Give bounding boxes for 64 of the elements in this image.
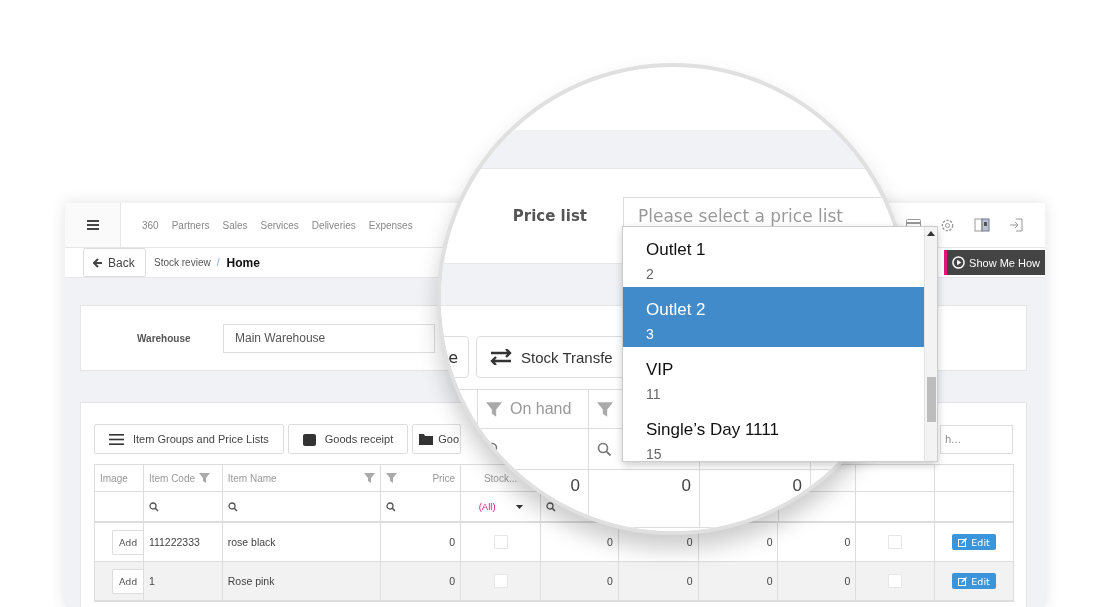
table-cell: 0 [589, 470, 700, 527]
edit-icon [958, 537, 968, 547]
show-me-how-button[interactable]: Show Me How [944, 250, 1045, 275]
caret-icon [515, 504, 523, 509]
transfer-icon [489, 349, 513, 365]
book-icon[interactable] [974, 217, 990, 233]
column-header: Item Name [227, 472, 277, 484]
nav-link[interactable]: Sales [222, 219, 248, 231]
table-cell: 0 [698, 562, 779, 600]
column-header: Item Code [148, 472, 196, 484]
table-cell: 0 [381, 562, 462, 600]
settings-icon[interactable] [940, 217, 955, 233]
table-cell: 1 [143, 562, 223, 600]
nav-link[interactable]: 360 [142, 219, 159, 231]
column-header: Image [100, 472, 128, 484]
filter-icon[interactable] [597, 401, 613, 417]
scrollbar[interactable] [924, 227, 937, 461]
add-button[interactable]: Add [111, 529, 143, 555]
logout-icon[interactable] [1009, 218, 1023, 232]
checkbox[interactable] [493, 535, 508, 549]
filter-icon[interactable] [386, 473, 398, 483]
edit-icon [958, 576, 968, 586]
box-icon [302, 432, 316, 446]
search-field[interactable]: h... [940, 424, 1013, 454]
filter-icon[interactable] [364, 473, 376, 483]
folder-icon [419, 433, 434, 445]
table-cell: 0 [778, 562, 857, 600]
table-cell: 0 [381, 523, 462, 561]
toolbar-button[interactable]: Goods receipt [287, 424, 409, 454]
table-cell: 0 [541, 562, 619, 600]
dropdown-option[interactable]: Single’s Day 1111 15 [623, 407, 924, 461]
dropdown-option[interactable]: Outlet 2 3 [623, 287, 924, 347]
add-button[interactable]: Add [111, 568, 143, 594]
breadcrumb-separator: / [216, 257, 220, 268]
back-button[interactable]: Back [83, 248, 146, 277]
table-cell: Rose pink [222, 562, 382, 600]
menu-icon [109, 433, 124, 445]
menu-icon[interactable] [86, 220, 99, 230]
checkbox[interactable] [493, 574, 508, 588]
toolbar-button[interactable]: Item Groups and Price Lists [94, 424, 284, 454]
page-title: Home [226, 255, 260, 270]
column-header: On hand [510, 400, 572, 418]
table-cell: 0 [700, 470, 811, 527]
field-label: Warehouse [137, 332, 192, 344]
nav-link[interactable]: Deliveries [311, 219, 356, 231]
nav-link[interactable]: Expenses [368, 219, 413, 231]
filter-icon[interactable] [486, 401, 502, 417]
column-header: Price [432, 472, 456, 484]
warehouse-field[interactable]: Main Warehouse [223, 323, 435, 353]
play-icon [952, 256, 966, 269]
breadcrumb-link[interactable]: Stock review [154, 257, 211, 268]
table-cell: 0 [618, 562, 699, 600]
dropdown-option[interactable]: Outlet 1 2 [623, 227, 924, 287]
field-label: Price list [511, 207, 587, 225]
column-header: Stock... [483, 472, 518, 484]
nav-link[interactable]: Services [260, 219, 299, 231]
filter-icon[interactable] [199, 473, 211, 483]
table-cell: rose black [222, 523, 382, 561]
arrow-left-icon [93, 257, 103, 268]
filter-dropdown[interactable]: (All) [478, 501, 523, 512]
table-cell: 111222333 [143, 523, 223, 561]
checkbox[interactable] [888, 574, 903, 588]
nav-link[interactable]: Partners [171, 219, 210, 231]
checkbox[interactable] [888, 535, 903, 549]
